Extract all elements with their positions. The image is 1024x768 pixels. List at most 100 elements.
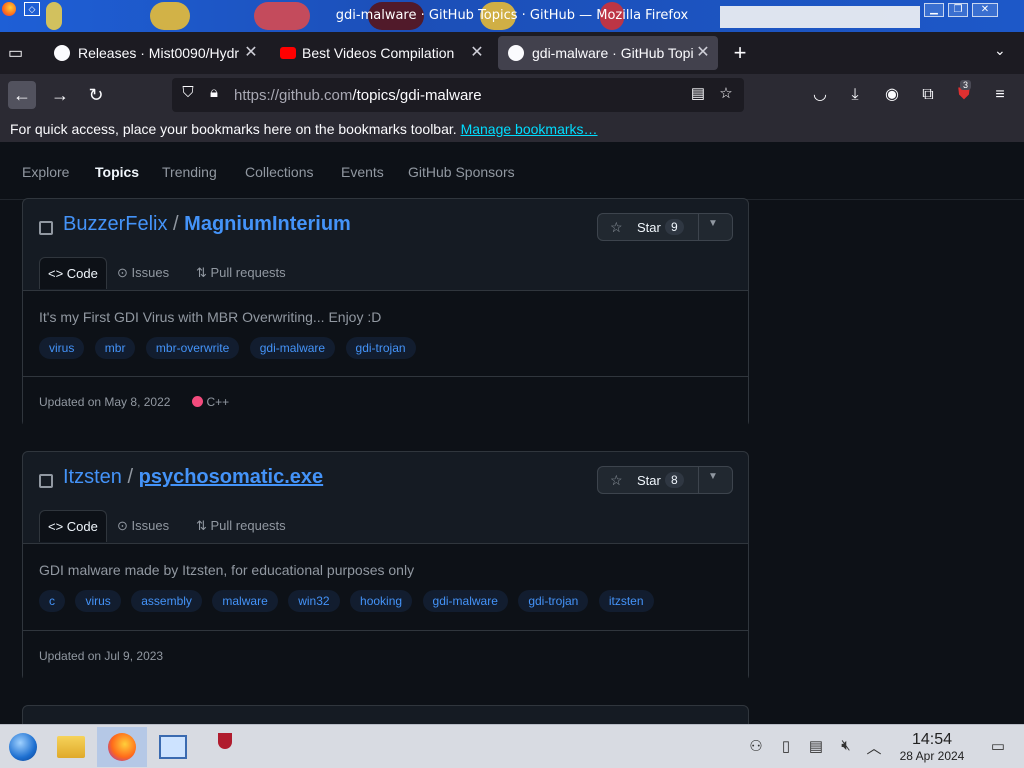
topic-tag[interactable]: gdi-malware bbox=[249, 337, 336, 359]
pocket-icon[interactable]: ◡ bbox=[808, 83, 832, 107]
caret-down-icon[interactable]: ▼ bbox=[708, 218, 718, 229]
account-icon[interactable]: ◉ bbox=[880, 83, 904, 107]
subnav-trending[interactable]: Trending bbox=[162, 164, 217, 180]
tab-pull-requests[interactable]: ⇅ Pull requests bbox=[196, 510, 286, 542]
topic-tag[interactable]: hooking bbox=[350, 590, 413, 612]
folder-icon bbox=[57, 736, 85, 758]
reader-view-icon[interactable]: ▤ bbox=[688, 84, 708, 104]
repo-description: It's my First GDI Virus with MBR Overwri… bbox=[39, 309, 382, 325]
chevron-up-icon[interactable]: ︿ bbox=[864, 737, 884, 757]
network-icon[interactable]: ⚇ bbox=[746, 737, 766, 757]
back-button[interactable]: ← bbox=[8, 81, 36, 109]
repo-body: GDI malware made by Itzsten, for educati… bbox=[23, 543, 748, 681]
subnav-events[interactable]: Events bbox=[341, 164, 384, 180]
close-tab-icon[interactable]: ✕ bbox=[694, 36, 712, 70]
url-bar[interactable]: ⛉ 🔒︎ https://github.com/topics/gdi-malwa… bbox=[172, 78, 744, 112]
manage-bookmarks-link[interactable]: Manage bookmarks… bbox=[461, 121, 598, 137]
navigation-toolbar: ← → ↻ ⛉ 🔒︎ https://github.com/topics/gdi… bbox=[0, 74, 1024, 116]
repo-owner[interactable]: Itzsten bbox=[63, 466, 122, 488]
topic-list: virus mbr mbr-overwrite gdi-malware gdi-… bbox=[39, 337, 422, 359]
subnav-collections[interactable]: Collections bbox=[245, 164, 313, 180]
topic-tag[interactable]: mbr bbox=[94, 337, 136, 359]
taskbar-remote-desktop[interactable] bbox=[150, 727, 196, 767]
repo-body: It's my First GDI Virus with MBR Overwri… bbox=[23, 290, 748, 427]
taskbar-firefox[interactable] bbox=[97, 727, 147, 767]
topic-tag[interactable]: virus bbox=[39, 337, 85, 359]
shield-icon[interactable]: ⛉ bbox=[178, 84, 198, 104]
tab-issues[interactable]: ⊙ Issues bbox=[117, 510, 169, 542]
star-icon: ☆ bbox=[610, 219, 623, 235]
topic-tag[interactable]: c bbox=[39, 590, 65, 612]
wine-glass-icon bbox=[218, 733, 232, 749]
repo-card: Itzsten / psychosomatic.exe ☆ Star 8 ▼ <… bbox=[22, 451, 749, 681]
topic-tag[interactable]: assembly bbox=[131, 590, 202, 612]
window-titlebar[interactable]: ◇ gdi-malware · GitHub Topics · GitHub —… bbox=[0, 0, 1024, 32]
bookmark-star-icon[interactable]: ☆ bbox=[716, 84, 736, 104]
list-all-tabs-icon[interactable]: ▭ bbox=[8, 43, 28, 63]
topic-tag[interactable]: gdi-trojan bbox=[518, 590, 589, 612]
start-button[interactable] bbox=[0, 727, 46, 767]
reload-button[interactable]: ↻ bbox=[82, 81, 110, 109]
topic-tag[interactable]: virus bbox=[75, 590, 121, 612]
repo-icon bbox=[39, 221, 53, 235]
taskbar-file-manager[interactable] bbox=[48, 727, 94, 767]
updated-date: Updated on May 8, 2022 bbox=[39, 395, 171, 409]
start-orb-icon bbox=[9, 733, 37, 761]
url-text[interactable]: https://github.com/topics/gdi-malware bbox=[234, 87, 482, 104]
tab-code[interactable]: <> Code bbox=[39, 510, 107, 542]
tab-bar: ▭ Releases · Mist0090/Hydr ✕ Best Videos… bbox=[0, 32, 1024, 74]
repo-owner[interactable]: BuzzerFelix bbox=[63, 213, 167, 235]
repo-description: GDI malware made by Itzsten, for educati… bbox=[39, 562, 415, 578]
star-button[interactable]: ☆ Star 9 ▼ bbox=[597, 213, 733, 241]
subnav-sponsors[interactable]: GitHub Sponsors bbox=[408, 164, 515, 180]
download-icon[interactable]: ⤓ bbox=[843, 83, 867, 107]
storage-icon[interactable]: ▤ bbox=[806, 737, 826, 757]
chevron-down-icon[interactable]: ⌄ bbox=[994, 42, 1014, 59]
repo-name[interactable]: psychosomatic.exe bbox=[139, 466, 324, 488]
clipboard-icon[interactable]: ▯ bbox=[776, 737, 796, 757]
page-content: Explore Topics Trending Collections Even… bbox=[0, 142, 1024, 724]
clock[interactable]: 14:54 28 Apr 2024 bbox=[892, 731, 972, 763]
tab-youtube[interactable]: Best Videos Compilation ✕ bbox=[272, 36, 492, 70]
tab-issues[interactable]: ⊙ Issues bbox=[117, 257, 169, 289]
topic-tag[interactable]: gdi-trojan bbox=[345, 337, 416, 359]
repo-title[interactable]: Itzsten / psychosomatic.exe bbox=[63, 466, 323, 489]
topic-tag[interactable]: malware bbox=[212, 590, 278, 612]
tab-pull-requests[interactable]: ⇅ Pull requests bbox=[196, 257, 286, 289]
taskbar-wine[interactable] bbox=[202, 727, 248, 767]
topic-tag[interactable]: gdi-malware bbox=[422, 590, 508, 612]
hamburger-menu-icon[interactable]: ≡ bbox=[988, 83, 1012, 107]
extensions-icon[interactable]: ⧉ bbox=[916, 83, 940, 107]
repo-title[interactable]: BuzzerFelix / MagniumInterium bbox=[63, 213, 351, 236]
close-tab-icon[interactable]: ✕ bbox=[468, 36, 486, 70]
new-tab-button[interactable]: + bbox=[728, 38, 752, 68]
taskbar: ⚇ ▯ ▤ 🔇︎ ︿ 14:54 28 Apr 2024 ▭ bbox=[0, 724, 1024, 768]
star-button[interactable]: ☆ Star 8 ▼ bbox=[597, 466, 733, 494]
tab-gdi-malware[interactable]: gdi-malware · GitHub Topi ✕ bbox=[498, 36, 718, 70]
tab-label: Releases · Mist0090/Hydr bbox=[78, 45, 240, 61]
repo-name[interactable]: MagniumInterium bbox=[184, 213, 351, 235]
minimize-button[interactable]: ▁ bbox=[924, 3, 944, 17]
youtube-icon bbox=[280, 47, 296, 59]
forward-button[interactable]: → bbox=[46, 81, 74, 109]
lock-icon[interactable]: 🔒︎ bbox=[204, 84, 224, 104]
close-tab-icon[interactable]: ✕ bbox=[242, 36, 260, 70]
caret-down-icon[interactable]: ▼ bbox=[708, 471, 718, 482]
maximize-button[interactable]: ❐ bbox=[948, 3, 968, 17]
topic-tag[interactable]: mbr-overwrite bbox=[145, 337, 240, 359]
topic-tag[interactable]: win32 bbox=[288, 590, 340, 612]
topic-tag[interactable]: itzsten bbox=[598, 590, 654, 612]
tab-code[interactable]: <> Code bbox=[39, 257, 107, 289]
repo-card bbox=[22, 705, 749, 724]
show-desktop-icon[interactable]: ▭ bbox=[988, 737, 1008, 757]
github-icon bbox=[54, 45, 70, 61]
updated-date: Updated on Jul 9, 2023 bbox=[39, 649, 164, 663]
url-host: https://github.com bbox=[234, 87, 353, 104]
volume-muted-icon[interactable]: 🔇︎ bbox=[836, 737, 856, 757]
subnav-explore[interactable]: Explore bbox=[22, 164, 69, 180]
tab-releases[interactable]: Releases · Mist0090/Hydr ✕ bbox=[44, 36, 266, 70]
close-window-button[interactable]: ✕ bbox=[972, 3, 998, 17]
subnav-topics[interactable]: Topics bbox=[95, 164, 139, 180]
clock-time: 14:54 bbox=[911, 731, 953, 748]
bookmarks-toolbar: For quick access, place your bookmarks h… bbox=[0, 116, 1024, 142]
